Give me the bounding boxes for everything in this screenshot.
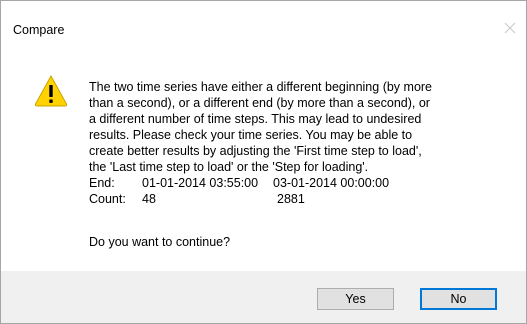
end-value-second: 03-01-2014 00:00:00 xyxy=(273,176,390,190)
message-text: The two time series have either a differ… xyxy=(89,79,517,207)
count-value-first: 48 xyxy=(142,192,156,206)
message-line: the 'Last time step to load' or the 'Ste… xyxy=(89,160,369,174)
warning-icon xyxy=(34,74,68,108)
message-line: than a second), or a different end (by m… xyxy=(89,96,430,110)
button-bar: Yes No xyxy=(1,271,526,323)
end-value-first: 01-01-2014 03:55:00 xyxy=(142,176,259,190)
message-line: create better results by adjusting the '… xyxy=(89,144,422,158)
dialog-title: Compare xyxy=(13,23,65,37)
message-line: The two time series have either a differ… xyxy=(89,80,433,94)
count-row: Count: 48 2881 xyxy=(89,191,517,207)
message-line: results. Please check your time series. … xyxy=(89,128,413,142)
question-text: Do you want to continue? xyxy=(89,235,231,249)
no-button[interactable]: No xyxy=(420,288,497,310)
close-button[interactable] xyxy=(500,18,520,38)
close-icon xyxy=(504,22,516,34)
count-value-second: 2881 xyxy=(277,192,305,206)
compare-dialog: Compare The two time series have either … xyxy=(0,0,527,324)
end-label: End: xyxy=(89,176,115,190)
end-row: End: 01-01-2014 03:55:00 03-01-2014 00:0… xyxy=(89,175,517,191)
count-label: Count: xyxy=(89,192,126,206)
yes-button[interactable]: Yes xyxy=(317,288,394,310)
message-line: a different number of time steps. This m… xyxy=(89,112,422,126)
